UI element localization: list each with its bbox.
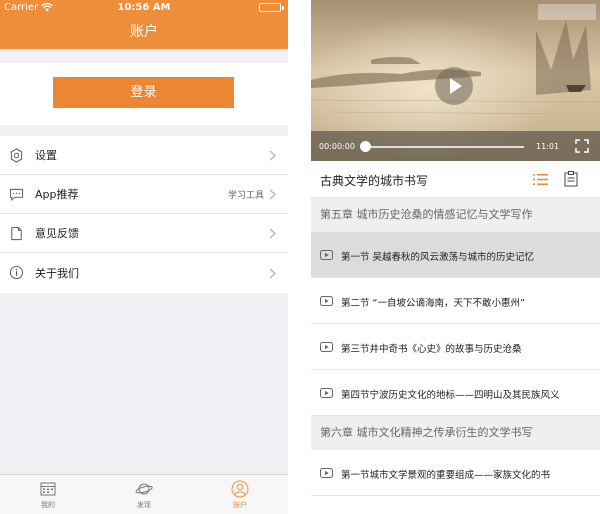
course-title: 古典文学的城市书写 <box>320 174 429 188</box>
menu-item-feedback[interactable]: 意见反馈 <box>0 214 288 253</box>
current-time: 00:00:00 <box>319 142 355 151</box>
lesson-item[interactable]: 第二节 “一自坡公谪海南，天下不敢小惠州” <box>311 278 600 324</box>
lesson-title: 第二节 “一自坡公谪海南，天下不敢小惠州” <box>341 298 525 309</box>
user-icon <box>231 480 249 498</box>
chapter-header: 第五章 城市历史沧桑的情感记忆与文学写作 <box>311 198 600 232</box>
nav-bar: 账户 <box>0 16 288 49</box>
planet-icon <box>135 483 153 495</box>
tab-discover[interactable]: 发现 <box>96 475 192 514</box>
play-icon <box>320 250 333 260</box>
menu-item-app-recommend[interactable]: App推荐 学习工具 <box>0 175 288 214</box>
lesson-list: 第五章 城市历史沧桑的情感记忆与文学写作 第一节 吴越春秋的风云激荡与城市的历史… <box>311 198 600 496</box>
status-bar: Carrier 10:56 AM <box>0 0 288 16</box>
chevron-right-icon <box>269 189 276 199</box>
course-screen: 00:00:00 11:01 古典文学的城市书写 第五章 城市历史沧桑的情感记忆 <box>311 0 600 514</box>
lesson-item[interactable]: 第四节宁波历史文化的地标——四明山及其民族风义 <box>311 370 600 416</box>
player-controls: 00:00:00 11:01 <box>311 131 600 161</box>
course-header: 古典文学的城市书写 <box>311 161 600 198</box>
chevron-right-icon <box>269 150 276 160</box>
tab-bar: 我的 发现 账户 <box>0 474 288 514</box>
lesson-title: 第三节井中奇书《心史》的故事与历史沧桑 <box>341 344 522 355</box>
play-button[interactable] <box>435 67 473 105</box>
lesson-title: 第四节宁波历史文化的地标——四明山及其民族风义 <box>341 390 560 401</box>
account-menu: 设置 App推荐 学习工具 意见反馈 关于我们 <box>0 136 288 293</box>
battery-icon <box>259 3 284 12</box>
play-icon <box>320 388 333 398</box>
lesson-item[interactable]: 第一节 吴越春秋的风云激荡与城市的历史记忆 <box>311 232 600 278</box>
gear-icon <box>10 148 23 163</box>
play-icon <box>320 468 333 478</box>
menu-label: 意见反馈 <box>35 227 79 240</box>
menu-item-about[interactable]: 关于我们 <box>0 253 288 293</box>
document-icon <box>11 226 22 241</box>
progress-track[interactable] <box>364 146 524 148</box>
login-button[interactable]: 登录 <box>53 77 234 108</box>
tab-label: 发现 <box>137 501 151 509</box>
login-section: 登录 <box>0 63 288 125</box>
account-screen: Carrier 10:56 AM 账户 登录 设置 App推荐 学习工具 意见反… <box>0 0 288 514</box>
tab-account[interactable]: 账户 <box>192 475 288 514</box>
menu-label: 设置 <box>35 149 57 162</box>
info-icon <box>9 265 24 280</box>
clipboard-icon[interactable] <box>564 171 578 187</box>
video-player[interactable]: 00:00:00 11:01 <box>311 0 600 161</box>
menu-label: 关于我们 <box>35 267 79 280</box>
message-icon <box>9 188 24 202</box>
menu-label: App推荐 <box>35 188 79 201</box>
duration: 11:01 <box>536 142 560 151</box>
calendar-icon <box>40 482 56 496</box>
lesson-item[interactable]: 第三节井中奇书《心史》的故事与历史沧桑 <box>311 324 600 370</box>
lesson-title: 第一节城市文学景观的重要组成——家族文化的书 <box>341 470 551 481</box>
progress-thumb[interactable] <box>360 141 371 152</box>
chevron-right-icon <box>269 228 276 238</box>
list-icon[interactable] <box>533 172 548 187</box>
tab-label: 账户 <box>233 501 247 509</box>
menu-note: 学习工具 <box>227 190 264 201</box>
status-time: 10:56 AM <box>117 2 171 13</box>
lesson-item[interactable]: 第一节城市文学景观的重要组成——家族文化的书 <box>311 450 600 496</box>
play-icon <box>320 342 333 352</box>
lesson-title: 第一节 吴越春秋的风云激荡与城市的历史记忆 <box>341 252 535 263</box>
brand-logo <box>538 4 596 20</box>
chapter-header: 第六章 城市文化精神之传承衍生的文学书写 <box>311 416 600 450</box>
page-title: 账户 <box>130 24 158 40</box>
menu-item-settings[interactable]: 设置 <box>0 136 288 175</box>
chevron-right-icon <box>269 268 276 278</box>
play-icon <box>320 296 333 306</box>
tab-label: 我的 <box>41 501 55 509</box>
fullscreen-icon[interactable] <box>575 139 589 153</box>
tab-mine[interactable]: 我的 <box>0 475 96 514</box>
